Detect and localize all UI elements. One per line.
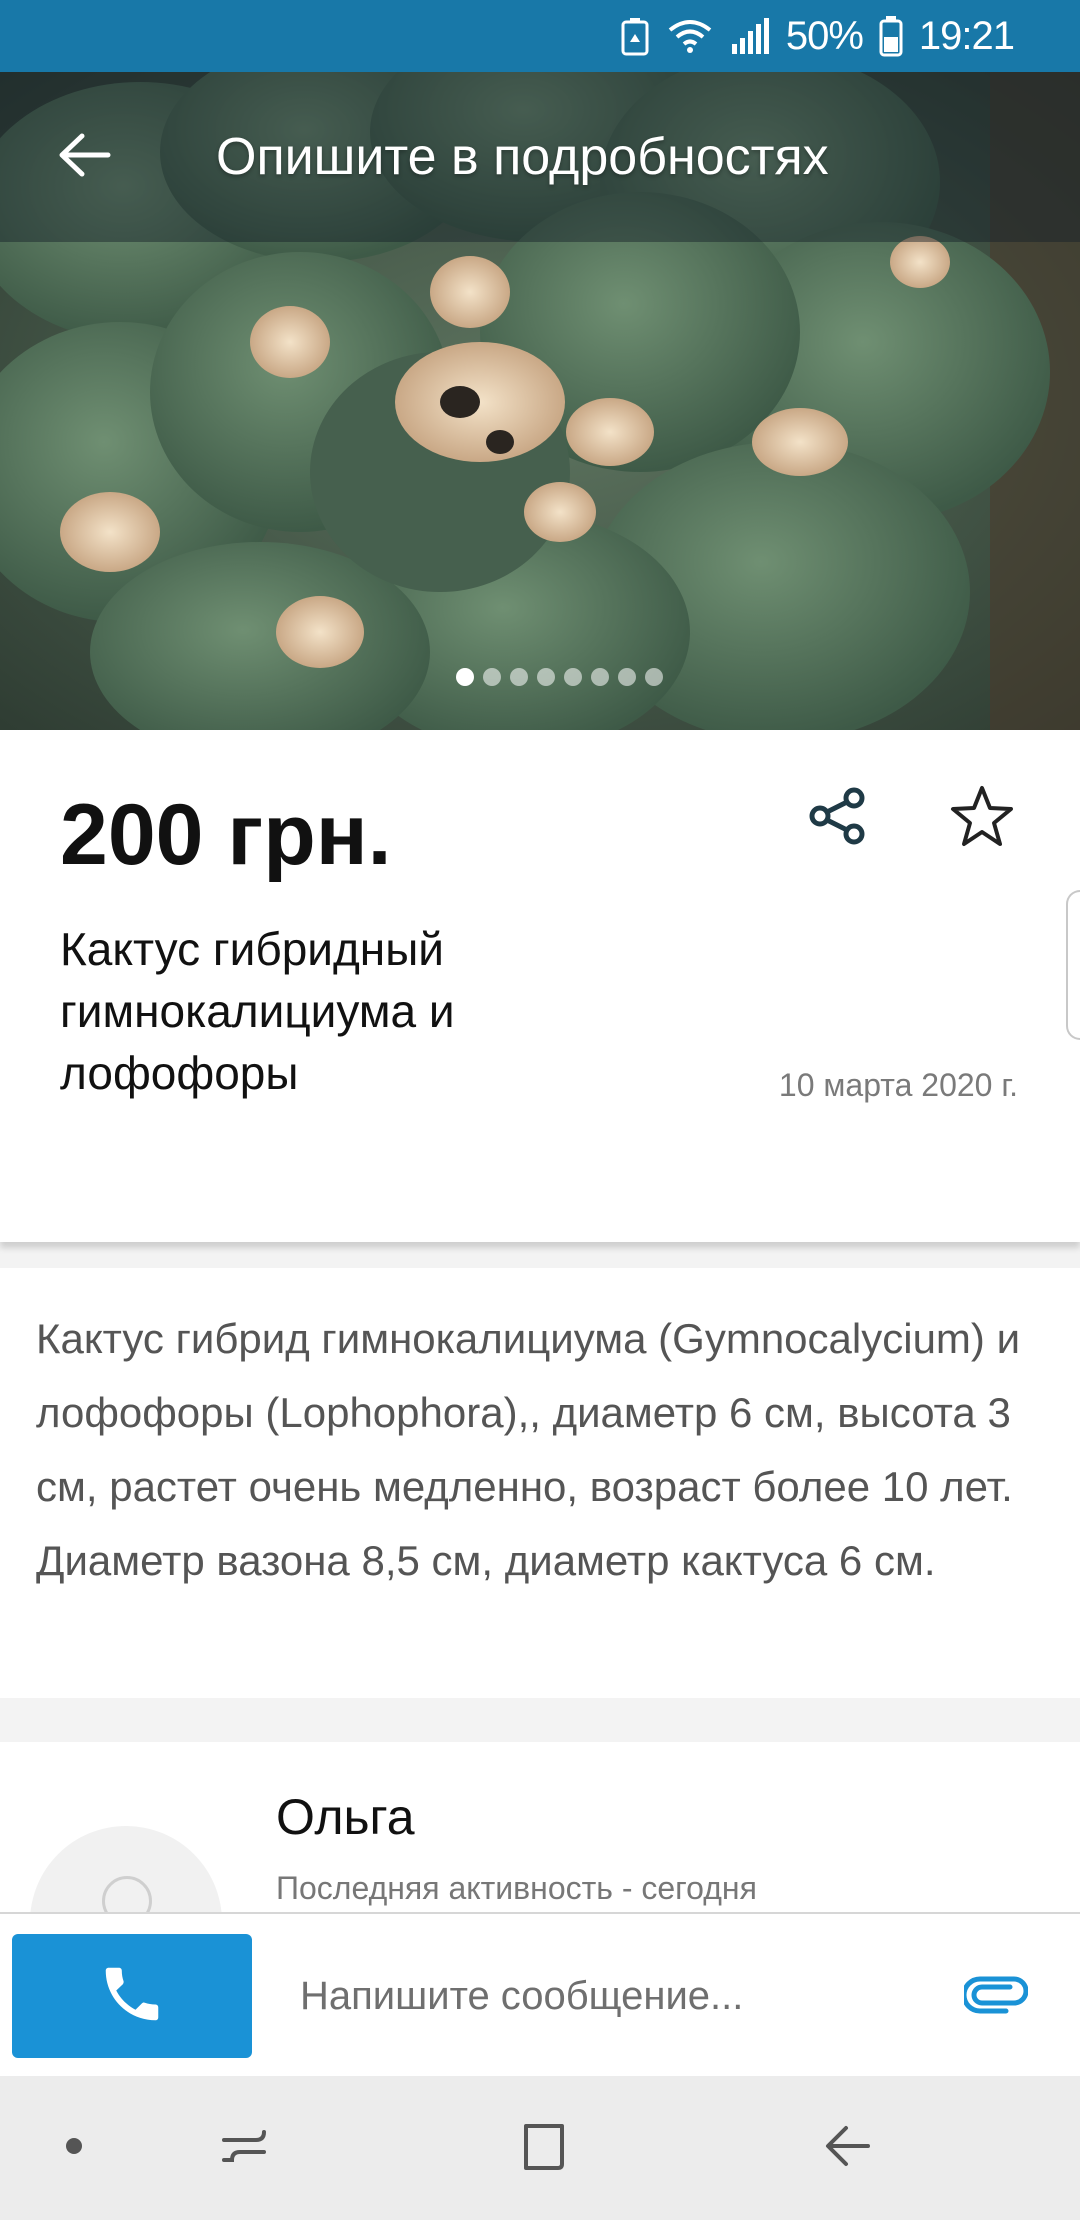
paperclip-icon xyxy=(961,1975,1029,2020)
attach-button[interactable] xyxy=(956,1962,1036,2032)
avatar-placeholder-icon xyxy=(102,1876,152,1912)
favorite-button[interactable] xyxy=(944,780,1020,856)
seller-activity: Последняя активность - сегодня xyxy=(276,1870,757,1906)
share-button[interactable] xyxy=(800,780,876,856)
share-icon xyxy=(806,784,870,853)
gallery-dot[interactable] xyxy=(617,668,636,686)
listing-price: 200 грн. xyxy=(60,787,392,883)
seller-section[interactable]: Ольга Последняя активность - сегодня xyxy=(0,1742,1080,1912)
clock: 19:21 xyxy=(918,13,1015,58)
home-button[interactable] xyxy=(508,2112,580,2184)
gallery-dot[interactable] xyxy=(455,668,474,686)
side-drawer-handle[interactable] xyxy=(1066,890,1080,1040)
message-input[interactable] xyxy=(300,1950,940,2042)
gallery-dot[interactable] xyxy=(590,668,609,686)
battery-percent: 50% xyxy=(785,13,864,58)
battery-icon xyxy=(879,15,903,57)
gallery-dot[interactable] xyxy=(482,668,501,686)
arrow-left-icon xyxy=(56,130,112,185)
star-outline-icon xyxy=(949,784,1015,853)
avatar[interactable] xyxy=(30,1826,222,1912)
app-toolbar: Опишите в подробностях xyxy=(0,72,1080,242)
description-text: Кактус гибрид гимнокалициума (Gymnocalyc… xyxy=(36,1315,1021,1584)
back-button[interactable] xyxy=(52,125,116,189)
recent-apps-button[interactable] xyxy=(208,2112,280,2184)
toolbar-title: Опишите в подробностях xyxy=(216,128,829,186)
message-bar xyxy=(0,1912,1080,2076)
gallery-dot[interactable] xyxy=(644,668,663,686)
listing-description: Кактус гибрид гимнокалициума (Gymnocalyc… xyxy=(0,1268,1080,1698)
dot-icon xyxy=(64,2136,84,2161)
signal-icon xyxy=(730,16,770,56)
home-icon xyxy=(516,2118,572,2179)
listing-title: Кактус гибридный гимнокалициума и лофофо… xyxy=(60,923,455,1099)
recent-apps-icon xyxy=(216,2118,272,2179)
gallery-pagination xyxy=(0,668,1080,686)
gallery-dot[interactable] xyxy=(509,668,528,686)
gallery-dot[interactable] xyxy=(563,668,582,686)
status-bar: 50% 19:21 xyxy=(0,0,1080,72)
phone-icon xyxy=(97,1959,167,2034)
gallery-dot[interactable] xyxy=(536,668,555,686)
system-nav-bar xyxy=(0,2076,1080,2220)
nav-back-button[interactable] xyxy=(812,2112,884,2184)
back-icon xyxy=(820,2118,876,2179)
wifi-icon xyxy=(666,16,714,56)
listing-card: 200 грн. Кактус гибридный гимнокалициума… xyxy=(0,730,1080,1242)
listing-date: 10 марта 2020 г. xyxy=(778,1067,1018,1103)
battery-saver-icon xyxy=(620,16,650,56)
screen: 50% 19:21 Опишите в подробностях 200 грн… xyxy=(0,0,1080,2220)
seller-name: Ольга xyxy=(276,1789,415,1845)
nav-dot-button[interactable] xyxy=(38,2112,110,2184)
call-button[interactable] xyxy=(12,1934,252,2058)
